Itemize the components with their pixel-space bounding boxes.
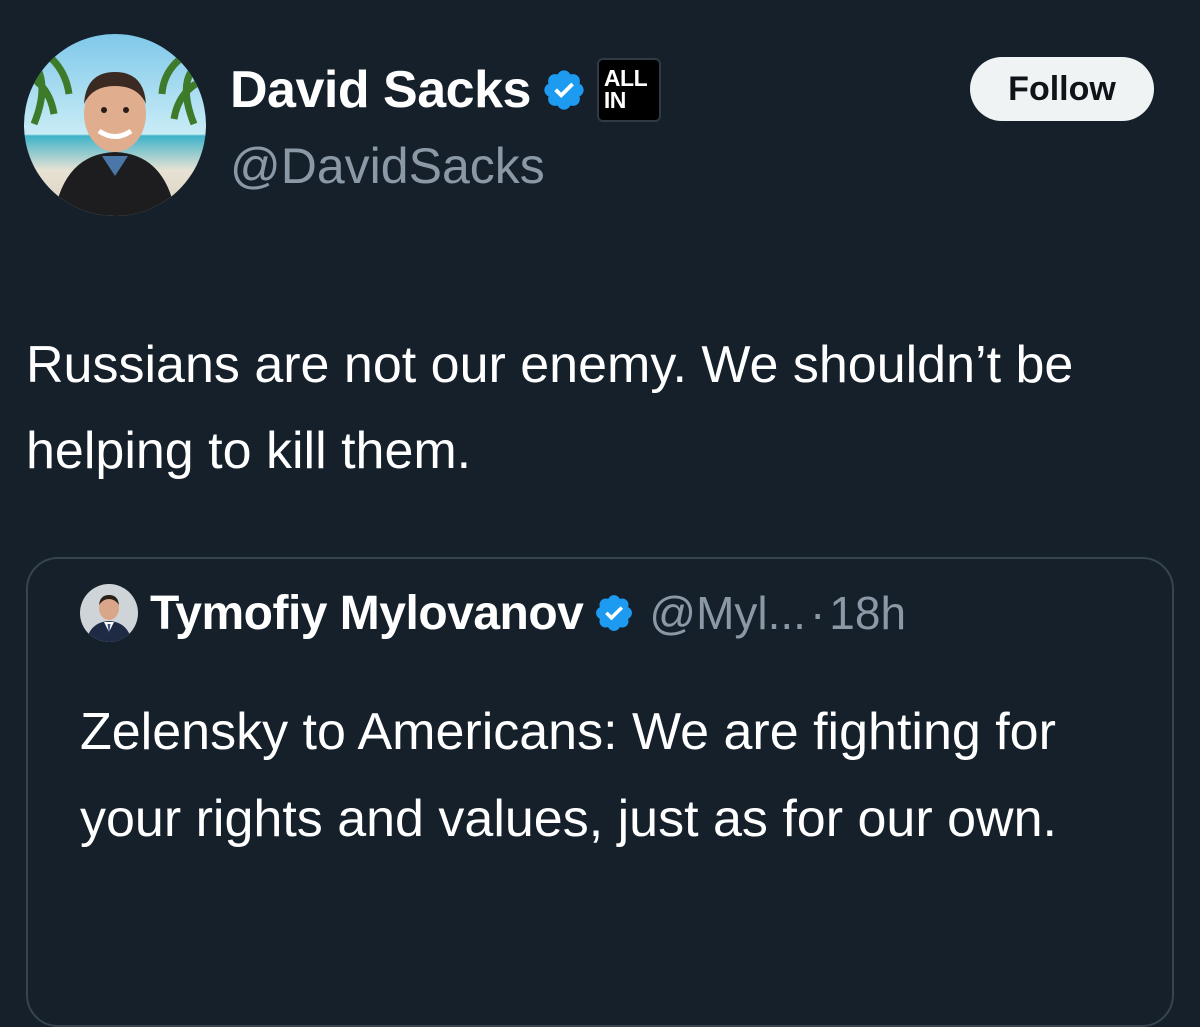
quoted-author-handle[interactable]: @Myl... xyxy=(649,586,806,640)
quoted-tweet-card[interactable]: Tymofiy Mylovanov @Myl... · 18h Zelensky… xyxy=(26,557,1174,1027)
author-avatar[interactable] xyxy=(24,34,206,216)
author-handle[interactable]: @DavidSacks xyxy=(230,137,545,195)
quoted-author-avatar-image xyxy=(80,584,138,642)
quoted-tweet-timestamp[interactable]: 18h xyxy=(829,586,906,640)
verified-badge-icon[interactable] xyxy=(593,592,635,634)
quoted-tweet-header: Tymofiy Mylovanov @Myl... · 18h xyxy=(80,581,906,645)
author-display-name[interactable]: David Sacks xyxy=(230,60,531,120)
verified-badge-icon[interactable] xyxy=(541,67,587,113)
quoted-author-avatar[interactable] xyxy=(80,584,138,642)
tweet-text: Russians are not our enemy. We shouldn’t… xyxy=(26,336,1074,480)
quoted-tweet-text: Zelensky to Americans: We are fighting f… xyxy=(80,703,1057,848)
author-name-row: David Sacks ALL IN xyxy=(230,58,661,122)
all-in-affiliation-badge[interactable]: ALL IN xyxy=(596,58,661,122)
follow-button[interactable]: Follow xyxy=(970,57,1154,121)
meta-separator: · xyxy=(809,587,826,639)
quoted-author-display-name[interactable]: Tymofiy Mylovanov xyxy=(150,586,584,641)
org-badge-line2: IN xyxy=(603,87,627,113)
author-avatar-image xyxy=(24,34,206,216)
